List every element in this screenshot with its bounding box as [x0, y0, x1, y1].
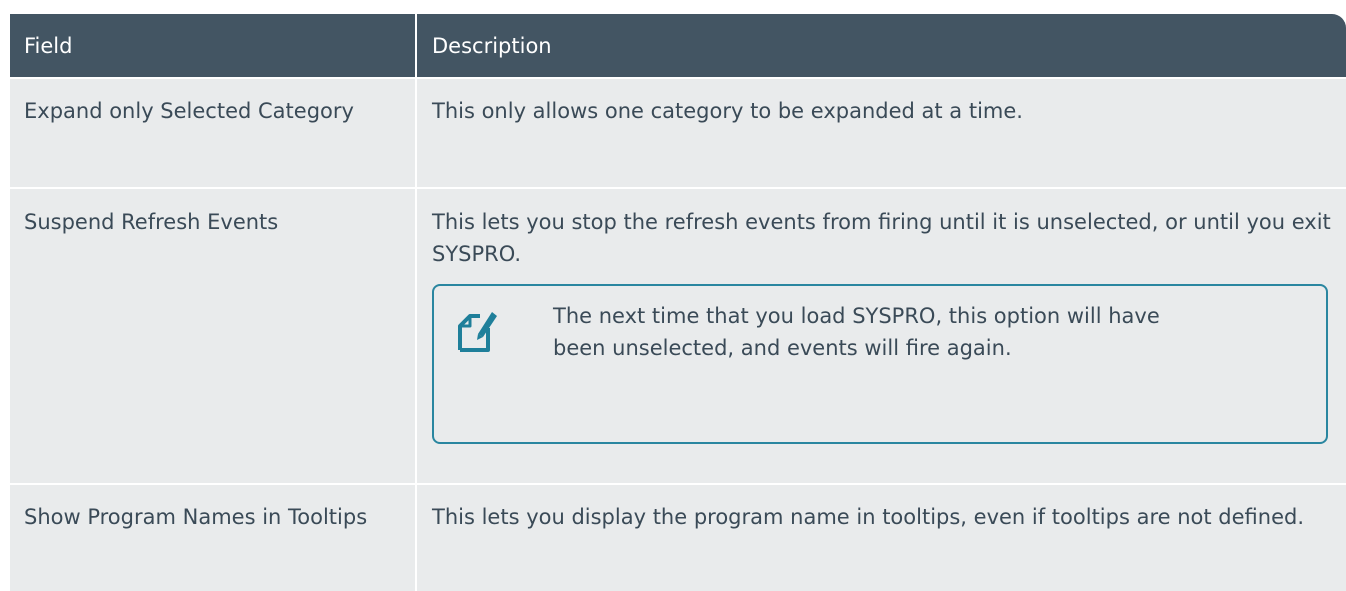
description-cell: This lets you display the program name i…	[415, 483, 1346, 591]
table-row: Suspend Refresh Events This lets you sto…	[10, 187, 1346, 484]
table-row: Show Program Names in Tooltips This lets…	[10, 483, 1346, 591]
header-description: Description	[415, 14, 1346, 78]
note-text: The next time that you load SYSPRO, this…	[553, 304, 1160, 360]
note-pencil-icon	[456, 304, 500, 354]
field-cell: Expand only Selected Category	[10, 77, 416, 188]
field-cell: Show Program Names in Tooltips	[10, 483, 416, 591]
field-description-table: Field Description Expand only Selected C…	[10, 14, 1346, 591]
field-cell: Suspend Refresh Events	[10, 187, 416, 484]
header-field: Field	[10, 14, 416, 78]
description-cell: This lets you stop the refresh events fr…	[415, 187, 1346, 484]
note-box: The next time that you load SYSPRO, this…	[432, 284, 1328, 444]
description-text: This lets you stop the refresh events fr…	[432, 210, 1331, 266]
description-cell: This only allows one category to be expa…	[415, 77, 1346, 188]
table-header-row: Field Description	[10, 14, 1346, 78]
table-row: Expand only Selected Category This only …	[10, 77, 1346, 188]
